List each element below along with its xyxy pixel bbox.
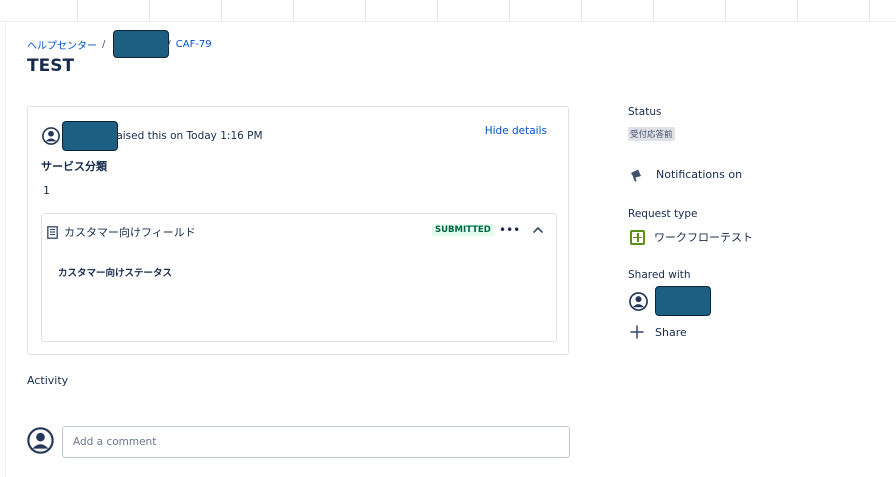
megaphone-icon: [631, 169, 641, 182]
document-icon: [47, 225, 58, 239]
customer-form-panel: カスタマー向けフィールド SUBMITTED ••• カスタマー向けステータス: [41, 213, 557, 342]
breadcrumb-separator: /: [102, 38, 106, 50]
status-label: Status: [628, 106, 662, 118]
breadcrumb: ヘルプセンター / / CAF-79: [27, 30, 212, 58]
form-title: カスタマー向けフィールド: [47, 224, 196, 240]
share-button[interactable]: Share: [629, 324, 687, 340]
hide-details-link[interactable]: Hide details: [485, 125, 547, 137]
page-title: TEST: [27, 56, 75, 76]
person-circle-icon: [629, 291, 648, 311]
request-type-name: ワークフローテスト: [654, 231, 753, 244]
person-circle-icon: [27, 427, 54, 454]
shared-with-label: Shared with: [628, 269, 691, 281]
form-title-label: カスタマー向けフィールド: [64, 226, 196, 239]
field-value-service-category: 1: [43, 184, 50, 197]
raised-text: raised this on Today 1:16 PM: [112, 130, 263, 142]
redacted-reporter-name: [62, 121, 118, 151]
plus-square-icon: [630, 229, 645, 245]
breadcrumb-issue-key-link[interactable]: CAF-79: [176, 39, 212, 50]
request-type-value: ワークフローテスト: [630, 229, 753, 245]
shared-participant: [629, 286, 711, 316]
plus-icon: [630, 325, 644, 339]
breadcrumb-separator: /: [167, 38, 171, 50]
background-divider: [5, 22, 6, 477]
redacted-project-name: [113, 30, 170, 58]
redacted-participant-name: [655, 286, 711, 316]
customer-status-label: カスタマー向けステータス: [58, 268, 173, 279]
share-label: Share: [655, 325, 687, 339]
chevron-up-icon[interactable]: [532, 224, 544, 236]
request-type-label: Request type: [628, 208, 698, 220]
breadcrumb-help-center-link[interactable]: ヘルプセンター: [27, 37, 97, 52]
notifications-label: Notifications on: [656, 168, 743, 181]
more-actions-button[interactable]: •••: [499, 223, 520, 237]
background-grid: [0, 0, 896, 22]
status-lozenge: 受付応答前: [628, 127, 675, 141]
add-comment-input[interactable]: [62, 426, 570, 458]
request-raiser: raised this on Today 1:16 PM: [42, 121, 263, 151]
request-details-card: raised this on Today 1:16 PM Hide detail…: [27, 106, 569, 355]
notifications-toggle[interactable]: Notifications on: [629, 167, 742, 182]
person-circle-icon: [42, 127, 60, 145]
activity-heading: Activity: [27, 374, 69, 387]
submitted-badge: SUBMITTED: [432, 224, 494, 236]
field-label-service-category: サービス分類: [41, 160, 107, 173]
